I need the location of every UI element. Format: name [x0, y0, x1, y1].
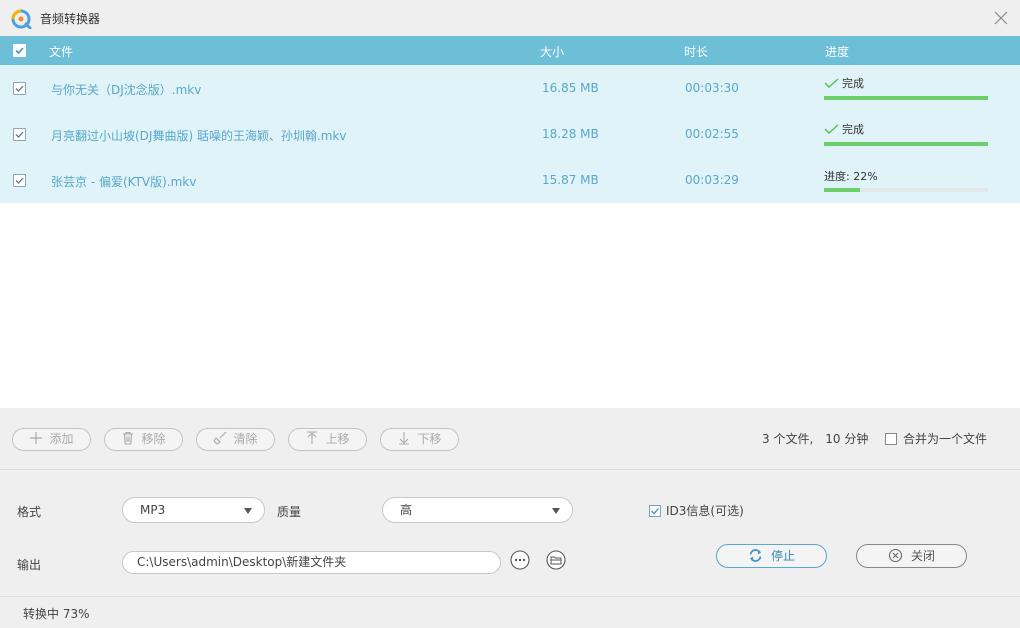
- file-name: 与你无关（DJ沈念版）.mkv: [51, 83, 202, 97]
- progress-status: 进度: 22%: [824, 170, 878, 183]
- progress-fill: [824, 142, 988, 146]
- checkmark-icon: [824, 124, 839, 134]
- clear-button[interactable]: 清除: [196, 428, 275, 451]
- format-label: 格式: [17, 505, 42, 519]
- move-down-button-label: 下移: [417, 432, 442, 446]
- trash-icon: [123, 431, 134, 445]
- move-up-button-label: 上移: [325, 432, 350, 446]
- close-button-label: 关闭: [910, 549, 935, 563]
- column-header-duration[interactable]: 时长: [684, 43, 708, 60]
- table-row[interactable]: 与你无关（DJ沈念版）.mkv 16.85 MB 00:03:30 完成: [0, 65, 1020, 111]
- arrow-up-icon: [307, 431, 318, 444]
- chevron-down-icon: [552, 508, 560, 514]
- file-size: 15.87 MB: [542, 173, 599, 187]
- check-icon: [651, 508, 659, 515]
- format-select[interactable]: MP3: [122, 497, 265, 523]
- plus-icon: [30, 432, 43, 444]
- progress-bar: [824, 188, 988, 192]
- output-label: 输出: [17, 558, 42, 572]
- progress-label: 完成: [824, 75, 864, 91]
- remove-button[interactable]: 移除: [104, 428, 183, 451]
- quality-value: 高: [400, 503, 413, 517]
- broom-icon: [213, 431, 227, 445]
- status-text: 转换中 73%: [23, 607, 90, 621]
- id3-label[interactable]: ID3信息(可选): [666, 502, 744, 519]
- add-button[interactable]: 添加: [12, 428, 91, 451]
- quality-select[interactable]: 高: [382, 497, 573, 523]
- column-header-file[interactable]: 文件: [49, 43, 73, 60]
- clear-button-label: 清除: [233, 432, 258, 446]
- file-duration: 00:03:29: [685, 173, 739, 187]
- progress-fill: [824, 188, 861, 192]
- select-all-checkbox[interactable]: [13, 44, 26, 57]
- list-header: 文件 大小 时长 进度: [0, 36, 1020, 65]
- id3-checkbox[interactable]: [649, 505, 661, 517]
- table-row[interactable]: 月亮翻过小山坡(DJ舞曲版) 聒噪的王海颖、孙圳翰.mkv 18.28 MB 0…: [0, 111, 1020, 157]
- refresh-icon: [749, 549, 762, 562]
- list-toolbar: 添加 移除 清除 上移 下移 3 个文件, 10 分钟 合并为一个文件: [0, 408, 1020, 470]
- progress-bar: [824, 142, 988, 146]
- output-path-input[interactable]: C:\Users\admin\Desktop\新建文件夹: [122, 551, 501, 574]
- progress-fill: [824, 96, 988, 100]
- check-icon: [15, 131, 24, 138]
- check-icon: [15, 85, 24, 92]
- quality-label: 质量: [277, 505, 302, 519]
- file-duration: 00:03:30: [685, 81, 739, 95]
- column-header-progress[interactable]: 进度: [825, 43, 849, 60]
- chevron-down-icon: [244, 508, 252, 514]
- column-header-size[interactable]: 大小: [540, 43, 564, 60]
- checkmark-icon: [824, 78, 839, 88]
- table-row[interactable]: 张芸京 - 偏爱(KTV版).mkv 15.87 MB 00:03:29 进度:…: [0, 157, 1020, 203]
- check-icon: [15, 177, 24, 184]
- close-button[interactable]: 关闭: [856, 544, 967, 568]
- file-summary: 3 个文件, 10 分钟: [762, 432, 869, 446]
- stop-button-label: 停止: [770, 549, 795, 563]
- arrow-down-icon: [399, 432, 410, 445]
- app-logo-icon: [11, 9, 32, 29]
- more-icon[interactable]: [510, 550, 530, 570]
- file-size: 16.85 MB: [542, 81, 599, 95]
- folder-icon[interactable]: [546, 550, 566, 570]
- row-checkbox[interactable]: [13, 82, 26, 95]
- row-checkbox[interactable]: [13, 128, 26, 141]
- progress-bar: [824, 96, 988, 100]
- stop-button[interactable]: 停止: [716, 544, 827, 568]
- progress-status: 完成: [842, 123, 864, 136]
- close-circle-icon: [888, 548, 903, 563]
- file-name: 月亮翻过小山坡(DJ舞曲版) 聒噪的王海颖、孙圳翰.mkv: [51, 129, 347, 143]
- status-bar: 转换中 73%: [0, 598, 1020, 628]
- merge-checkbox[interactable]: [885, 433, 897, 445]
- remove-button-label: 移除: [141, 432, 166, 446]
- window-title: 音频转换器: [40, 12, 101, 26]
- row-checkbox[interactable]: [13, 174, 26, 187]
- file-name: 张芸京 - 偏爱(KTV版).mkv: [51, 175, 197, 189]
- file-list: 文件 大小 时长 进度 与你无关（DJ沈念版）.mkv 16.85 MB 00:…: [0, 36, 1020, 408]
- format-value: MP3: [140, 503, 166, 517]
- output-settings: 格式 MP3 质量 高 ID3信息(可选) 输出 C:\Users\admin\…: [0, 471, 1020, 597]
- close-icon[interactable]: [994, 11, 1008, 25]
- move-down-button[interactable]: 下移: [380, 428, 459, 451]
- title-bar: 音频转换器: [0, 0, 1020, 36]
- add-button-label: 添加: [49, 432, 74, 446]
- file-duration: 00:02:55: [685, 127, 739, 141]
- progress-status: 完成: [842, 77, 864, 90]
- progress-label: 进度: 22%: [824, 168, 878, 184]
- progress-label: 完成: [824, 121, 864, 137]
- check-icon: [15, 47, 24, 55]
- file-size: 18.28 MB: [542, 127, 599, 141]
- move-up-button[interactable]: 上移: [288, 428, 367, 451]
- merge-label[interactable]: 合并为一个文件: [903, 430, 987, 447]
